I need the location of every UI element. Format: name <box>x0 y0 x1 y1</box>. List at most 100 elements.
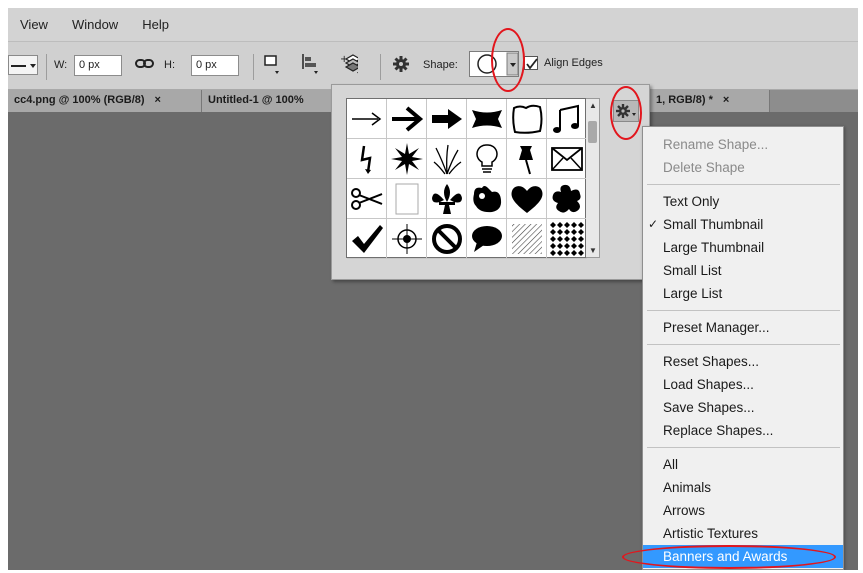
menu-item-label: Small Thumbnail <box>663 217 764 232</box>
menu-item-label: Arrows <box>663 503 706 518</box>
speech-bubble-icon[interactable] <box>467 219 507 259</box>
menu-item-label: Replace Shapes... <box>663 423 774 438</box>
menu-item-artistic-textures[interactable]: Artistic Textures <box>643 522 843 545</box>
tab-label: Untitled-1 @ 100% <box>208 94 304 106</box>
height-field[interactable]: 0 px <box>191 55 239 76</box>
path-arrangement-icon[interactable]: + <box>340 54 358 74</box>
menu-bar: View Window Help <box>8 8 858 41</box>
shape-picker-settings-button[interactable] <box>613 100 639 122</box>
menu-item-label: Rename Shape... <box>663 137 769 152</box>
menu-separator <box>647 310 840 311</box>
menu-item-small-thumbnail[interactable]: ✓ Small Thumbnail <box>643 213 843 236</box>
tab-document-1[interactable]: cc4.png @ 100% (RGB/8) × <box>8 90 202 112</box>
fleur-de-lis-icon[interactable] <box>427 179 467 219</box>
menu-item-label: Large List <box>663 286 723 301</box>
menu-item-rename-shape: Rename Shape... <box>643 133 843 156</box>
lightbulb-icon[interactable] <box>467 139 507 179</box>
circle-shape-icon <box>477 52 519 76</box>
shape-picker-panel: ▲ ▼ <box>331 84 650 280</box>
menu-view[interactable]: View <box>8 17 60 32</box>
menu-item-replace-shapes[interactable]: Replace Shapes... <box>643 419 843 442</box>
menu-window[interactable]: Window <box>60 17 130 32</box>
menu-item-load-shapes[interactable]: Load Shapes... <box>643 373 843 396</box>
gear-icon[interactable] <box>392 55 410 73</box>
starburst-icon[interactable] <box>387 139 427 179</box>
splat-icon[interactable] <box>547 179 587 219</box>
diamond-grid-icon[interactable] <box>547 219 587 259</box>
checkmark-shape-icon[interactable] <box>347 219 387 259</box>
menu-separator <box>647 184 840 185</box>
target-icon[interactable] <box>387 219 427 259</box>
path-operations-icon[interactable] <box>262 55 280 74</box>
width-field[interactable]: 0 px <box>74 55 122 76</box>
no-sign-icon[interactable] <box>427 219 467 259</box>
menu-item-reset-shapes[interactable]: Reset Shapes... <box>643 350 843 373</box>
frame-icon[interactable] <box>507 99 547 139</box>
music-note-icon[interactable] <box>547 99 587 139</box>
menu-item-label: All <box>663 457 679 472</box>
puzzle-bird-icon[interactable] <box>467 179 507 219</box>
banner-icon[interactable] <box>467 99 507 139</box>
hatched-square-icon[interactable] <box>507 219 547 259</box>
blank-page-icon[interactable] <box>387 179 427 219</box>
shape-picker-dropdown[interactable] <box>469 51 519 77</box>
menu-item-animals[interactable]: Animals <box>643 476 843 499</box>
shape-grid <box>346 98 587 259</box>
menu-item-preset-manager[interactable]: Preset Manager... <box>643 316 843 339</box>
arrow-thin-icon[interactable] <box>347 99 387 139</box>
arrow-bold-icon[interactable] <box>387 99 427 139</box>
menu-item-small-list[interactable]: Small List <box>643 259 843 282</box>
menu-item-label: Save Shapes... <box>663 400 755 415</box>
menu-item-label: Reset Shapes... <box>663 354 760 369</box>
mode-dropdown-icon <box>11 64 36 68</box>
menu-item-all[interactable]: All <box>643 453 843 476</box>
menu-item-label: Delete Shape <box>663 160 745 175</box>
menu-item-label: Banners and Awards <box>663 549 788 564</box>
path-alignment-icon[interactable] <box>301 54 319 74</box>
tab-document-2[interactable]: Untitled-1 @ 100% <box>202 90 342 112</box>
scrollbar-thumb[interactable] <box>588 121 597 143</box>
shape-grid-scrollbar[interactable]: ▲ ▼ <box>586 98 600 258</box>
arrow-solid-icon[interactable] <box>427 99 467 139</box>
scroll-up-icon[interactable]: ▲ <box>589 101 597 110</box>
link-icon[interactable] <box>135 56 155 75</box>
scroll-down-icon[interactable]: ▼ <box>589 246 597 255</box>
gear-icon <box>616 104 636 118</box>
tab-close-icon[interactable]: × <box>155 94 161 106</box>
height-label: H: <box>164 59 175 71</box>
mode-dropdown[interactable] <box>8 55 38 75</box>
menu-item-text-only[interactable]: Text Only <box>643 190 843 213</box>
separator <box>46 54 47 80</box>
checkmark-icon <box>526 58 538 70</box>
menu-item-label: Animals <box>663 480 712 495</box>
menu-item-large-list[interactable]: Large List <box>643 282 843 305</box>
menu-item-banners-and-awards[interactable]: Banners and Awards <box>643 545 843 568</box>
menu-item-save-shapes[interactable]: Save Shapes... <box>643 396 843 419</box>
checkmark-icon: ✓ <box>648 217 659 231</box>
thumbtack-icon[interactable] <box>507 139 547 179</box>
options-bar: W: 0 px H: 0 px + Shape: Align Edges <box>8 41 858 90</box>
photoshop-screen: View Window Help W: 0 px H: 0 px + Shape… <box>8 8 858 570</box>
menu-item-label: Text Only <box>663 194 720 209</box>
separator <box>253 54 254 80</box>
scissors-icon[interactable] <box>347 179 387 219</box>
tab-label: cc4.png @ 100% (RGB/8) <box>14 94 145 106</box>
heart-icon[interactable] <box>507 179 547 219</box>
lightning-icon[interactable] <box>347 139 387 179</box>
menu-help[interactable]: Help <box>130 17 181 32</box>
menu-item-arrows[interactable]: Arrows <box>643 499 843 522</box>
menu-item-label: Preset Manager... <box>663 320 770 335</box>
app-window: View Window Help W: 0 px H: 0 px + Shape… <box>0 0 863 573</box>
menu-item-delete-shape: Delete Shape <box>643 156 843 179</box>
tab-close-icon[interactable]: × <box>723 94 729 106</box>
width-label: W: <box>54 59 68 71</box>
menu-item-label: Large Thumbnail <box>663 240 765 255</box>
grass-icon[interactable] <box>427 139 467 179</box>
menu-item-label: Small List <box>663 263 722 278</box>
menu-item-large-thumbnail[interactable]: Large Thumbnail <box>643 236 843 259</box>
menu-item-label: Artistic Textures <box>663 526 759 541</box>
shape-settings-menu: Rename Shape... Delete Shape Text Only ✓ Sma… <box>642 126 844 570</box>
tab-document-3[interactable]: 1, RGB/8) * × <box>650 90 770 112</box>
align-edges-checkbox[interactable] <box>524 56 538 70</box>
envelope-icon[interactable] <box>547 139 587 179</box>
